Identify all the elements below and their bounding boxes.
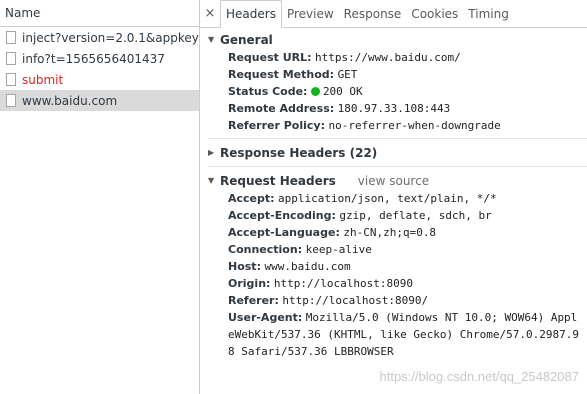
section-title: General [220, 32, 273, 47]
header-row-accept-language: Accept-Language: zh-CN,zh;q=0.8 [228, 226, 437, 239]
close-icon[interactable]: × [200, 0, 220, 27]
watermark-text: https://blog.csdn.net/qq_25482087 [379, 369, 580, 384]
tab-headers[interactable]: Headers [220, 0, 282, 28]
document-icon [6, 94, 16, 107]
request-details-panel: × Headers Preview Response Cookies Timin… [200, 0, 587, 394]
header-row-accept: Accept: application/json, text/plain, */… [228, 192, 497, 205]
request-row-info[interactable]: info?t=1565656401437 [0, 48, 199, 69]
divider [208, 138, 587, 139]
status-dot-icon [310, 87, 320, 96]
status-code-row: Status Code: 200 OK [228, 85, 363, 98]
document-icon [6, 31, 16, 44]
section-title: Request Headers [220, 173, 336, 188]
triangle-down-icon: ▼ [208, 35, 215, 44]
header-row-referer: Referer: http://localhost:8090/ [228, 294, 429, 307]
details-tab-bar: × Headers Preview Response Cookies Timin… [200, 0, 587, 28]
request-row-submit[interactable]: submit [0, 69, 199, 90]
request-method-row: Request Method: GET [228, 68, 358, 81]
remote-address-row: Remote Address: 180.97.33.108:443 [228, 102, 451, 115]
triangle-down-icon: ▼ [208, 176, 215, 185]
header-row-user-agent: User-Agent: Mozilla/5.0 (Windows NT 10.0… [228, 311, 579, 358]
document-icon [6, 52, 16, 65]
header-row-accept-encoding: Accept-Encoding: gzip, deflate, sdch, br [228, 209, 492, 222]
tab-response[interactable]: Response [339, 0, 407, 27]
request-row-inject[interactable]: inject?version=2.0.1&appkey=... [0, 27, 199, 48]
name-column-header[interactable]: Name [0, 0, 199, 27]
tab-timing[interactable]: Timing [463, 0, 514, 27]
tab-preview[interactable]: Preview [282, 0, 339, 27]
general-section-toggle[interactable]: ▼ General [200, 30, 587, 49]
triangle-right-icon: ▶ [208, 148, 215, 157]
divider [208, 166, 587, 167]
request-list-panel: Name inject?version=2.0.1&appkey=... inf… [0, 0, 200, 394]
request-name: submit [22, 72, 64, 87]
request-name: info?t=1565656401437 [22, 51, 165, 66]
response-headers-section-toggle[interactable]: ▶ Response Headers (22) [200, 143, 587, 162]
request-url-row: Request URL: https://www.baidu.com/ [228, 51, 461, 64]
referrer-policy-row: Referrer Policy: no-referrer-when-downgr… [228, 119, 501, 132]
request-name: www.baidu.com [22, 93, 118, 108]
header-row-connection: Connection: keep-alive [228, 243, 372, 256]
header-row-origin: Origin: http://localhost:8090 [228, 277, 413, 290]
view-source-link[interactable]: view source [358, 174, 429, 188]
tab-cookies[interactable]: Cookies [406, 0, 463, 27]
section-title: Response Headers (22) [220, 145, 378, 160]
request-row-baidu[interactable]: www.baidu.com [0, 90, 199, 111]
request-name: inject?version=2.0.1&appkey=... [22, 30, 199, 45]
header-row-host: Host: www.baidu.com [228, 260, 351, 273]
request-headers-section-toggle[interactable]: ▼ Request Headers view source [200, 171, 587, 190]
document-icon [6, 73, 16, 86]
headers-content: ▼ General Request URL: https://www.baidu… [200, 28, 587, 360]
